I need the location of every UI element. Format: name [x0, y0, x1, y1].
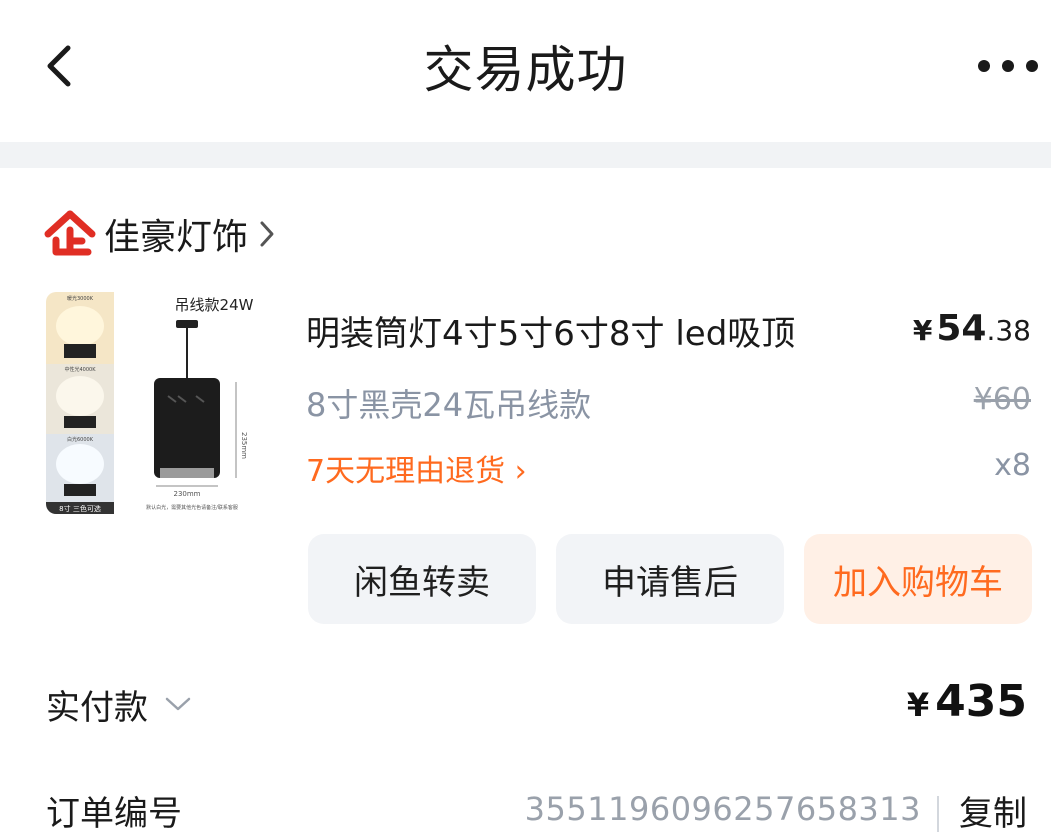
image-caption: 8寸 三色可选 [59, 504, 101, 513]
top-nav-bar: 交易成功 [0, 0, 1051, 136]
shop-link[interactable]: 佳豪灯饰 [44, 204, 276, 264]
resell-button[interactable]: 闲鱼转卖 [308, 534, 536, 624]
image-footnote: 默认白光，需要其他光色请备注/联系客服 [146, 504, 238, 511]
return-policy-link[interactable]: 7天无理由退货 › [306, 446, 527, 490]
page-title: 交易成功 [423, 41, 628, 99]
paid-amount-toggle[interactable]: 实付款 [46, 676, 192, 732]
swatch-label-warm: 暖光3000K [67, 295, 94, 302]
paid-amount: ¥435 [907, 676, 1027, 727]
section-divider [0, 142, 1051, 168]
enterprise-badge-icon [44, 208, 96, 260]
order-number: 3551196096257658313 [524, 790, 921, 828]
product-price: ¥54.38 [913, 308, 1031, 349]
copy-button[interactable]: 复制 [959, 786, 1027, 835]
product-spec: 8寸黑壳24瓦吊线款 [306, 386, 592, 424]
swatch-label-neutral: 中性光4000K [64, 366, 96, 373]
price-currency: ¥ [912, 314, 933, 347]
original-price: ¥60 [973, 382, 1031, 417]
image-label: 吊线款24W [175, 296, 254, 314]
price-integer: 54 [936, 308, 987, 349]
after-sales-button[interactable]: 申请售后 [556, 534, 784, 624]
dimension-width: 230mm [174, 490, 201, 498]
more-button[interactable] [971, 40, 1045, 92]
divider [937, 796, 939, 832]
order-number-label: 订单编号 [46, 794, 182, 834]
shop-name: 佳豪灯饰 [104, 217, 249, 258]
product-quantity: x8 [994, 448, 1031, 483]
more-horizontal-icon [978, 60, 1038, 72]
swatch-label-white: 白光6000K [67, 436, 94, 443]
product-title[interactable]: 明装筒灯4寸5寸6寸8寸 led吸顶 [306, 306, 795, 355]
chevron-down-icon [164, 695, 192, 713]
add-to-cart-button[interactable]: 加入购物车 [804, 534, 1032, 624]
dimension-height: 235mm [240, 432, 248, 459]
paid-currency: ¥ [906, 686, 930, 724]
product-thumbnail[interactable]: 暖光3000K 中性光4000K 白光6000K 8寸 三色可选 吊线款24W … [46, 292, 270, 514]
chevron-right-icon [258, 219, 276, 249]
price-decimal: .38 [986, 314, 1031, 347]
paid-value: 435 [935, 676, 1027, 727]
paid-label: 实付款 [46, 687, 148, 728]
